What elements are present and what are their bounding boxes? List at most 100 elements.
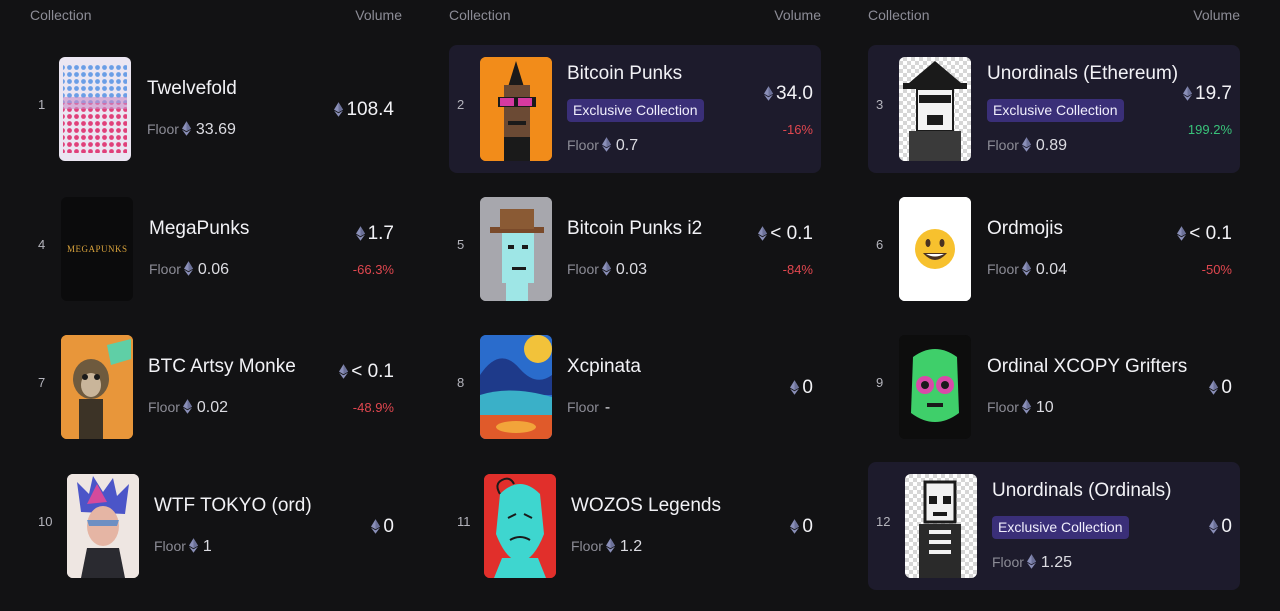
floor-price: Floor 33.69 (147, 121, 236, 139)
column-1: Collection Volume 1 Twelvefold Floor 33.… (30, 0, 402, 611)
collection-name[interactable]: Twelvefold (147, 78, 237, 100)
floor-value: - (604, 399, 611, 416)
eth-icon (790, 519, 799, 534)
floor-label: Floor (987, 137, 1019, 153)
rank: 6 (876, 237, 884, 252)
floor-value: 0.06 (197, 261, 230, 278)
column-2: Collection Volume 2 Bitcoin Punks Exclus… (449, 0, 821, 611)
floor-value: 1.25 (1040, 554, 1073, 571)
collection-name[interactable]: BTC Artsy Monke (148, 356, 296, 378)
collection-row-btc-artsy-monke[interactable]: 7 BTC Artsy Monke Floor 0.02 < 0.1 -48.9% (30, 323, 402, 451)
collection-row-unordinals-ordinals[interactable]: 12 Unordinals (Ordinals) Exclusive Colle… (868, 462, 1240, 590)
volume-amount: 0 (802, 377, 813, 398)
eth-icon (602, 261, 611, 276)
column-header: Collection Volume (449, 7, 821, 25)
floor-value: 1 (202, 538, 212, 555)
volume-header: Volume (1193, 7, 1240, 23)
bitcoin-punks-i2-thumbnail (480, 197, 552, 301)
collection-row-twelvefold[interactable]: 1 Twelvefold Floor 33.69 108.4 (30, 45, 402, 173)
eth-icon (339, 364, 348, 379)
exclusive-collection-badge: Exclusive Collection (992, 516, 1129, 539)
collection-header: Collection (868, 7, 930, 23)
volume-value: 0 (368, 516, 394, 538)
volume-amount: 0 (1221, 377, 1232, 398)
floor-value: 0.89 (1035, 137, 1068, 154)
eth-icon (182, 121, 191, 136)
collection-name[interactable]: MegaPunks (149, 218, 249, 240)
volume-amount: 0 (1221, 516, 1232, 537)
collection-row-wozos-legends[interactable]: 11 WOZOS Legends Floor 1.2 0 (449, 462, 821, 590)
collection-row-xcopy-grifters[interactable]: 9 Ordinal XCOPY Grifters Floor 10 0 (868, 323, 1240, 451)
floor-price: Floor 0.04 (987, 261, 1067, 279)
eth-icon (1022, 137, 1031, 152)
eth-icon (371, 519, 380, 534)
volume-value: 1.7 (353, 223, 394, 245)
floor-value: 10 (1035, 399, 1054, 416)
volume-value: 19.7 (1180, 83, 1232, 105)
eth-icon (183, 399, 192, 414)
collection-row-xcpinata[interactable]: 8 Xcpinata Floor - 0 (449, 323, 821, 451)
collection-name[interactable]: Ordinal XCOPY Grifters (987, 356, 1187, 378)
eth-icon (764, 86, 773, 101)
rank: 8 (457, 375, 465, 390)
eth-icon (356, 226, 365, 241)
xcpinata-thumbnail (480, 335, 552, 439)
collection-row-unordinals-ethereum[interactable]: 3 Unordinals (Ethereum) Exclusive Collec… (868, 45, 1240, 173)
collection-row-wtf-tokyo[interactable]: 10 WTF TOKYO (ord) Floor 1 0 (30, 462, 402, 590)
column-header: Collection Volume (30, 7, 402, 25)
megapunks-logo-text: MEGAPUNKS (67, 244, 128, 254)
collection-name[interactable]: Unordinals (Ethereum) (987, 63, 1178, 85)
rank: 5 (457, 237, 465, 252)
rank: 2 (457, 97, 465, 112)
floor-value: 0.03 (615, 261, 648, 278)
volume-change: -66.3% (352, 262, 394, 277)
floor-label: Floor (154, 538, 186, 554)
eth-icon (189, 538, 198, 553)
volume-value: 0 (787, 377, 813, 399)
collection-name[interactable]: WOZOS Legends (571, 495, 721, 517)
collection-name[interactable]: Xcpinata (567, 356, 641, 378)
eth-icon (1177, 226, 1186, 241)
column-3: Collection Volume 3 Unordinals (Ethereum… (868, 0, 1240, 611)
floor-value: 1.2 (619, 538, 643, 555)
ordmojis-thumbnail (899, 197, 971, 301)
column-header: Collection Volume (868, 7, 1240, 25)
volume-change: -48.9% (352, 400, 394, 415)
volume-change: -50% (1201, 262, 1232, 277)
floor-label: Floor (567, 399, 599, 415)
eth-icon (1022, 399, 1031, 414)
btc-artsy-monke-thumbnail (61, 335, 133, 439)
collection-row-ordmojis[interactable]: 6 Ordmojis Floor 0.04 < 0.1 -50% (868, 185, 1240, 313)
volume-value: 34.0 (761, 83, 813, 105)
volume-amount: 34.0 (776, 83, 813, 104)
rank: 11 (457, 514, 471, 529)
collection-row-megapunks[interactable]: 4 MEGAPUNKS MegaPunks Floor 0.06 1.7 -66.… (30, 185, 402, 313)
collection-name[interactable]: Bitcoin Punks i2 (567, 218, 702, 240)
volume-amount: 19.7 (1195, 83, 1232, 104)
floor-price: Floor 0.7 (567, 137, 638, 155)
unordinals-ord-thumbnail (905, 474, 977, 578)
floor-label: Floor (987, 399, 1019, 415)
floor-label: Floor (567, 261, 599, 277)
floor-price: Floor 1 (154, 538, 212, 556)
eth-icon (184, 261, 193, 276)
collection-row-bitcoin-punks[interactable]: 2 Bitcoin Punks Exclusive Collection Flo… (449, 45, 821, 173)
volume-value: < 0.1 (1174, 223, 1232, 245)
floor-label: Floor (149, 261, 181, 277)
volume-amount: < 0.1 (351, 361, 394, 382)
collection-row-bitcoin-punks-i2[interactable]: 5 Bitcoin Punks i2 Floor 0.03 < 0.1 -84% (449, 185, 821, 313)
volume-change: -16% (782, 122, 813, 137)
eth-icon (1209, 380, 1218, 395)
collection-name[interactable]: Unordinals (Ordinals) (992, 480, 1172, 502)
floor-label: Floor (992, 554, 1024, 570)
volume-value: 0 (1206, 516, 1232, 538)
collection-name[interactable]: Bitcoin Punks (567, 63, 682, 85)
collection-name[interactable]: WTF TOKYO (ord) (154, 495, 312, 517)
floor-label: Floor (987, 261, 1019, 277)
megapunks-thumbnail: MEGAPUNKS (61, 197, 133, 301)
exclusive-collection-badge: Exclusive Collection (987, 99, 1124, 122)
collection-name[interactable]: Ordmojis (987, 218, 1063, 240)
rank: 12 (876, 514, 891, 529)
floor-price: Floor 0.02 (148, 399, 228, 417)
volume-amount: 1.7 (367, 223, 394, 244)
